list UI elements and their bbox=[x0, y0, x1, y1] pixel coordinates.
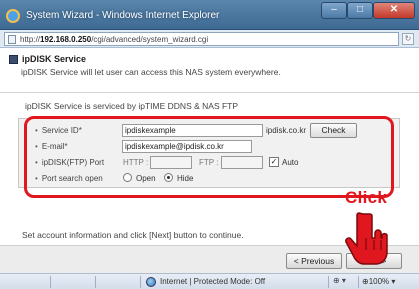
close-button[interactable]: ✕ bbox=[373, 2, 415, 19]
status-divider bbox=[95, 276, 96, 288]
window-titlebar: System Wizard - Windows Internet Explore… bbox=[0, 0, 419, 30]
set-info-text: Set account information and click [Next]… bbox=[22, 230, 244, 240]
check-button[interactable]: Check bbox=[310, 123, 357, 138]
ftp-label: FTP : bbox=[199, 158, 219, 167]
zone-text: Internet | Protected Mode: Off bbox=[160, 277, 266, 286]
previous-button[interactable]: < Previous bbox=[286, 253, 342, 269]
protected-mode-icon[interactable]: ⊕ ▾ bbox=[333, 276, 346, 285]
port-search-label: Port search open bbox=[35, 174, 103, 183]
globe-icon bbox=[146, 277, 156, 287]
status-divider bbox=[140, 276, 141, 288]
intro-text: ipDISK Service is serviced by ipTIME DDN… bbox=[25, 101, 239, 111]
window-title: System Wizard - Windows Internet Explore… bbox=[26, 10, 220, 21]
ie-logo-icon bbox=[6, 9, 20, 23]
port-search-row: Port search open Open Hide bbox=[19, 172, 399, 186]
service-id-input[interactable]: ipdiskexample bbox=[122, 124, 263, 137]
auto-checkbox[interactable]: ✓ bbox=[269, 157, 279, 167]
page-icon bbox=[8, 35, 16, 44]
http-port-input[interactable] bbox=[150, 156, 192, 169]
address-bar: http://192.168.0.250/cgi/advanced/system… bbox=[0, 30, 419, 48]
status-divider bbox=[328, 276, 329, 288]
email-label: E-mail* bbox=[35, 142, 68, 151]
address-input[interactable]: http://192.168.0.250/cgi/advanced/system… bbox=[4, 32, 399, 46]
status-divider bbox=[358, 276, 359, 288]
service-id-row: Service ID* ipdiskexample ipdisk.co.kr C… bbox=[19, 123, 399, 138]
click-annotation: Click bbox=[345, 188, 388, 207]
service-id-label: Service ID* bbox=[35, 126, 82, 135]
hide-radio[interactable] bbox=[164, 173, 173, 182]
http-label: HTTP : bbox=[123, 158, 149, 167]
auto-label: Auto bbox=[282, 158, 299, 167]
email-row: E-mail* ipdiskexample@ipdisk.co.kr bbox=[19, 140, 399, 154]
page-description: ipDISK Service will let user can access … bbox=[21, 67, 281, 77]
open-radio[interactable] bbox=[123, 173, 132, 182]
ipdisk-icon bbox=[9, 55, 18, 64]
port-row: ipDISK(FTP) Port HTTP : FTP : ✓ Auto bbox=[19, 156, 399, 170]
status-bar: Internet | Protected Mode: Off ⊕ ▾ ⊕100%… bbox=[0, 273, 419, 289]
email-field[interactable]: ipdiskexample@ipdisk.co.kr bbox=[122, 140, 252, 153]
ftp-port-input[interactable] bbox=[221, 156, 263, 169]
port-label: ipDISK(FTP) Port bbox=[35, 158, 104, 167]
zoom-level[interactable]: ⊕100% ▾ bbox=[362, 277, 395, 286]
minimize-button[interactable]: – bbox=[321, 2, 347, 19]
hide-radio-label: Hide bbox=[177, 174, 194, 183]
address-url: http://192.168.0.250/cgi/advanced/system… bbox=[20, 35, 209, 44]
ipdisk-form: Service ID* ipdiskexample ipdisk.co.kr C… bbox=[18, 118, 400, 188]
maximize-button[interactable]: □ bbox=[347, 2, 373, 19]
status-divider bbox=[50, 276, 51, 288]
page-title: ipDISK Service bbox=[22, 54, 87, 64]
service-id-suffix: ipdisk.co.kr bbox=[266, 126, 307, 135]
refresh-icon[interactable]: ↻ bbox=[402, 33, 414, 45]
page-header: ipDISK Service ipDISK Service will let u… bbox=[0, 48, 419, 93]
open-radio-label: Open bbox=[136, 174, 156, 183]
pointing-hand-icon bbox=[345, 212, 388, 265]
